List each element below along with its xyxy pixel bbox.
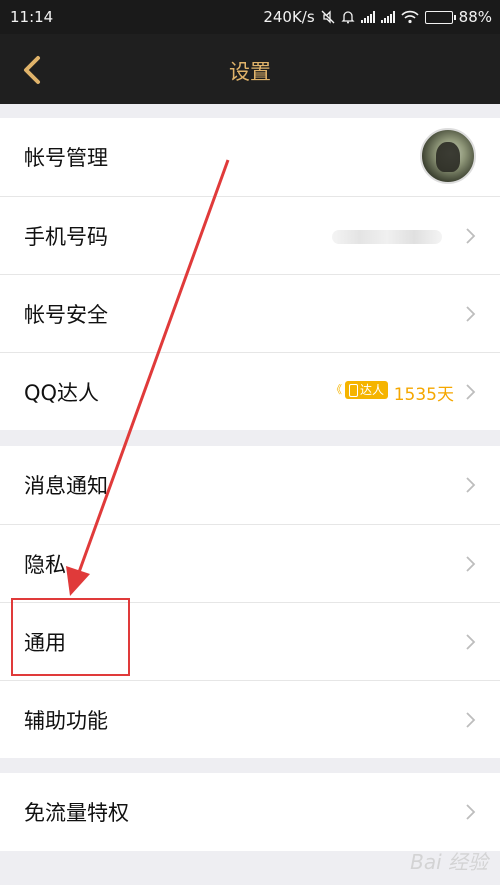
settings-item-free-data[interactable]: 免流量特权 [0, 773, 500, 851]
nav-bar: 设置 [0, 34, 500, 104]
settings-item-label: QQ达人 [24, 381, 100, 405]
alarm-icon [341, 11, 355, 24]
settings-item-label: 隐私 [24, 553, 66, 577]
settings-section-account: 帐号管理 手机号码 帐号安全 QQ达人 《 达人 1535天 [0, 118, 500, 430]
chevron-right-icon [466, 384, 476, 400]
chevron-right-icon [466, 712, 476, 728]
settings-item-qq-daren[interactable]: QQ达人 《 达人 1535天 [0, 352, 500, 430]
settings-item-phone[interactable]: 手机号码 [0, 196, 500, 274]
chevron-right-icon [466, 228, 476, 244]
settings-item-label: 通用 [24, 631, 66, 655]
settings-item-notifications[interactable]: 消息通知 [0, 446, 500, 524]
chevron-right-icon [466, 634, 476, 650]
chevron-right-icon [466, 804, 476, 820]
settings-item-label: 帐号安全 [24, 303, 108, 327]
settings-item-accessibility[interactable]: 辅助功能 [0, 680, 500, 758]
daren-badge: 《 达人 [331, 381, 388, 399]
phone-number-blurred [332, 230, 442, 244]
wifi-icon [401, 10, 419, 24]
battery-icon [424, 10, 456, 24]
daren-chip: 达人 [344, 381, 388, 399]
battery-percent: 88% [458, 8, 492, 26]
status-right: 240K/s 88% [263, 8, 492, 26]
settings-item-account[interactable]: 帐号管理 [0, 118, 500, 196]
network-speed: 240K/s [263, 8, 315, 26]
daren-badge-text: 达人 [359, 383, 384, 397]
settings-item-label: 消息通知 [24, 474, 108, 498]
signal-icon [360, 11, 375, 23]
phone-icon [348, 383, 358, 397]
daren-days: 1535天 [393, 385, 454, 405]
mute-icon [321, 10, 335, 24]
settings-item-label: 手机号码 [24, 225, 108, 249]
settings-item-label: 免流量特权 [24, 801, 129, 825]
avatar [420, 128, 476, 184]
page-title: 设置 [229, 60, 271, 84]
signal-icon-2 [380, 11, 395, 23]
settings-section-extras: 免流量特权 [0, 773, 500, 851]
chevron-right-icon [466, 477, 476, 493]
status-bar: 11:14 240K/s 88% [0, 0, 500, 34]
settings-item-label: 帐号管理 [24, 146, 108, 170]
settings-section-general: 消息通知 隐私 通用 辅助功能 [0, 446, 500, 758]
settings-item-security[interactable]: 帐号安全 [0, 274, 500, 352]
settings-item-general[interactable]: 通用 [0, 602, 500, 680]
watermark: Bai 经验 [410, 850, 488, 874]
wing-icon: 《 [330, 383, 342, 396]
settings-item-label: 辅助功能 [24, 709, 108, 733]
status-time: 11:14 [10, 8, 54, 26]
chevron-right-icon [466, 556, 476, 572]
settings-item-privacy[interactable]: 隐私 [0, 524, 500, 602]
chevron-right-icon [466, 306, 476, 322]
